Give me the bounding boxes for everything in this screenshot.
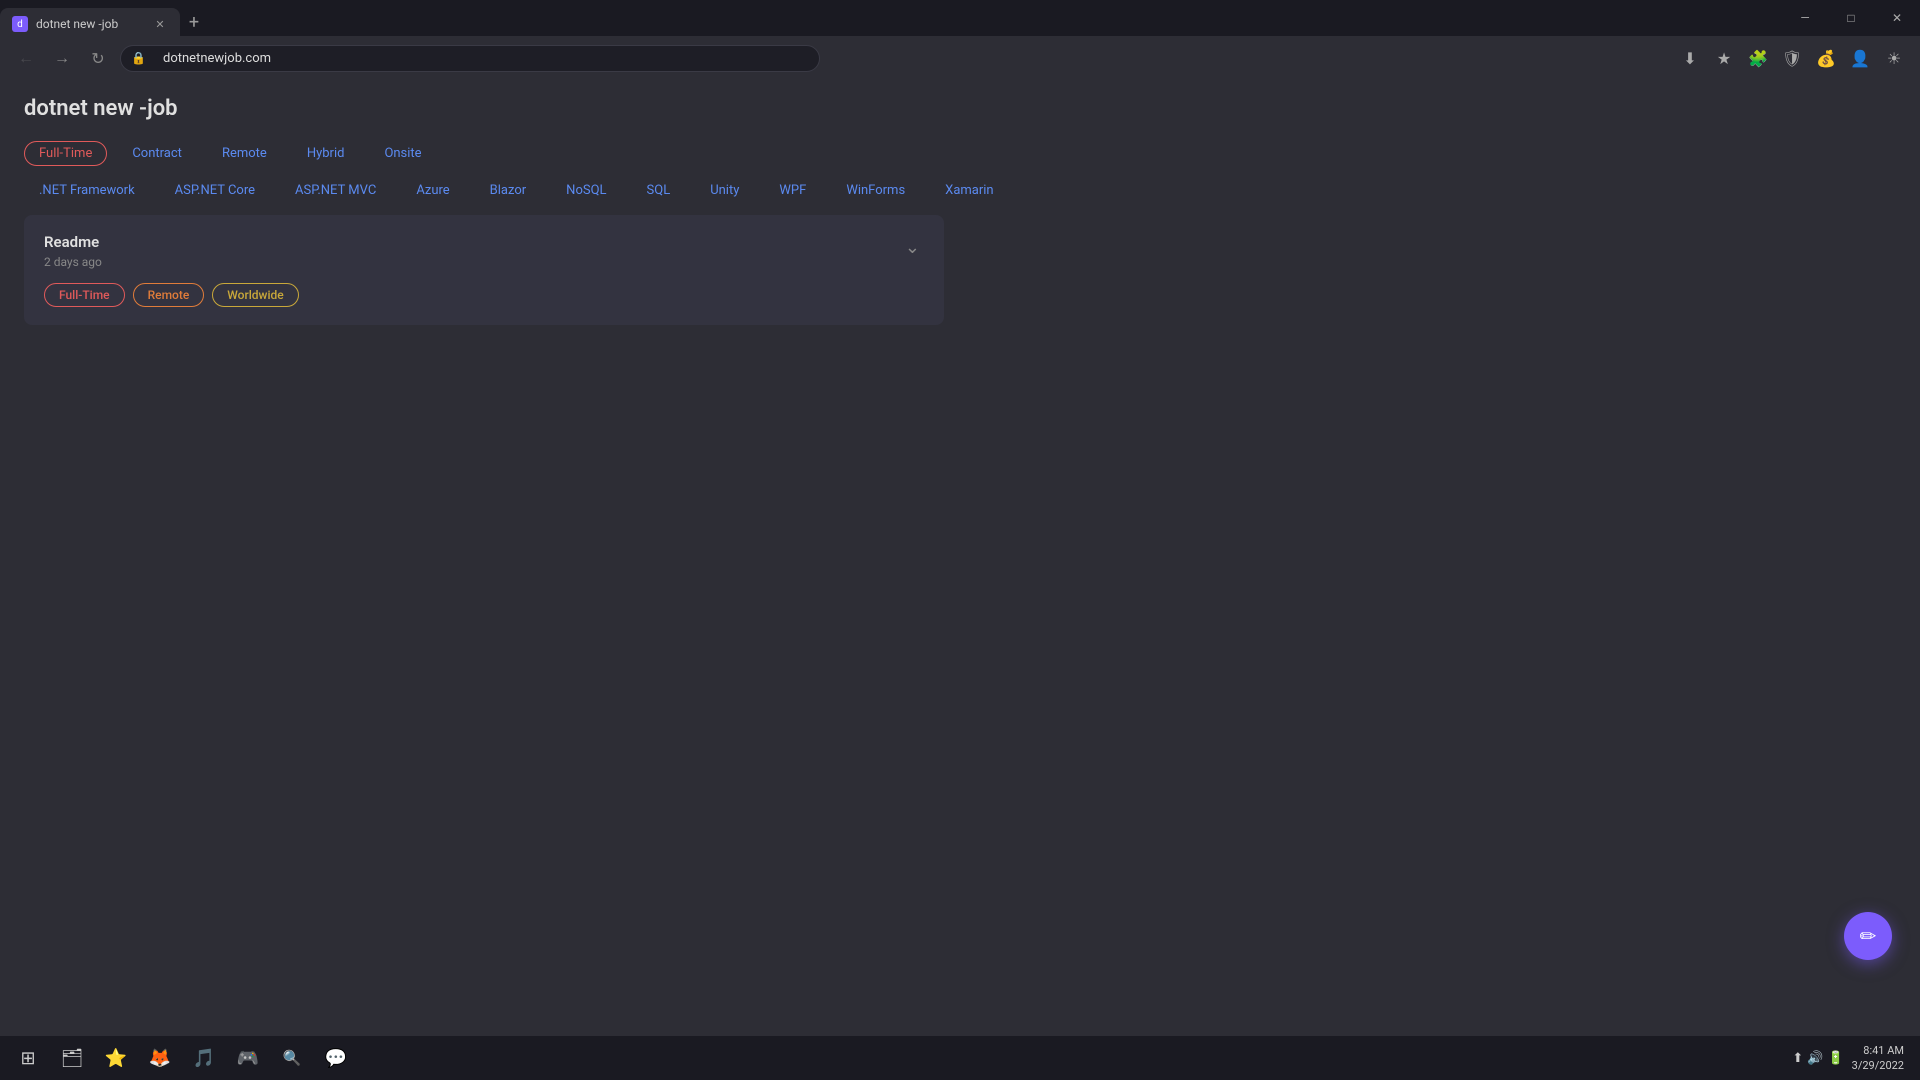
taskbar-sys-icons: ⬆ 🔊 🔋 — [1792, 1051, 1843, 1066]
tab-favicon: d — [12, 16, 28, 32]
filter-remote[interactable]: Remote — [207, 141, 282, 166]
browser-tab-bar: d dotnet new -job ✕ + — □ ✕ — [0, 0, 1920, 36]
theme-icon[interactable]: ☀ — [1880, 44, 1908, 72]
address-input[interactable]: 🔒 dotnetnewjob.com — [120, 45, 820, 72]
page-content: dotnet new -job Full-Time Contract Remot… — [0, 80, 1920, 341]
taskbar-browser[interactable]: 🦊 — [140, 1039, 180, 1077]
close-button[interactable]: ✕ — [1874, 0, 1920, 36]
filter-row-2: .NET Framework ASP.NET Core ASP.NET MVC … — [24, 178, 1896, 203]
filter-wpf[interactable]: WPF — [764, 178, 821, 203]
extensions-icon[interactable]: 🧩 — [1744, 44, 1772, 72]
job-card-content: Readme 2 days ago Full-Time Remote World… — [44, 233, 299, 307]
site-title: dotnet new -job — [24, 96, 1896, 121]
job-card[interactable]: Readme 2 days ago Full-Time Remote World… — [24, 215, 944, 325]
taskbar-files[interactable]: 🗂 — [52, 1039, 92, 1077]
filter-xamarin[interactable]: Xamarin — [930, 178, 1008, 203]
filter-fulltime[interactable]: Full-Time — [24, 141, 107, 166]
clock-date: 3/29/2022 — [1852, 1058, 1904, 1073]
filter-nosql[interactable]: NoSQL — [551, 178, 621, 203]
taskbar-spotify[interactable]: 🎵 — [184, 1039, 224, 1077]
active-tab[interactable]: d dotnet new -job ✕ — [0, 8, 180, 40]
filter-unity[interactable]: Unity — [695, 178, 754, 203]
job-tag-fulltime[interactable]: Full-Time — [44, 283, 125, 307]
new-tab-button[interactable]: + — [180, 8, 208, 36]
taskbar-chat[interactable]: 💬 — [316, 1039, 356, 1077]
battery-icon: 🔋 — [1827, 1051, 1843, 1066]
profile-icon[interactable]: 👤 — [1846, 44, 1874, 72]
taskbar-clock[interactable]: 8:41 AM 3/29/2022 — [1852, 1043, 1904, 1074]
network-icon: ⬆ — [1792, 1051, 1803, 1066]
start-button[interactable]: ⊞ — [8, 1039, 48, 1077]
lock-icon: 🔒 — [131, 51, 146, 65]
job-title: Readme — [44, 233, 299, 251]
chat-icon: ✏ — [1860, 924, 1877, 948]
filter-row-1: Full-Time Contract Remote Hybrid Onsite — [24, 141, 1896, 166]
filter-sql[interactable]: SQL — [632, 178, 686, 203]
filter-aspnet-core[interactable]: ASP.NET Core — [160, 178, 270, 203]
windows-taskbar: ⊞ 🗂 ⭐ 🦊 🎵 🎮 🔍 💬 ⬆ 🔊 🔋 8:41 AM 3/29/2022 — [0, 1036, 1920, 1080]
jobs-container: Readme 2 days ago Full-Time Remote World… — [24, 215, 1896, 325]
address-bar-row: ← → ↻ 🔒 dotnetnewjob.com ⬇ ★ 🧩 🛡 💰 👤 ☀ — [0, 36, 1920, 80]
clock-time: 8:41 AM — [1852, 1043, 1904, 1058]
filter-azure[interactable]: Azure — [401, 178, 464, 203]
filter-onsite[interactable]: Onsite — [369, 141, 436, 166]
url-text: dotnetnewjob.com — [163, 51, 271, 66]
wallet-icon[interactable]: 💰 — [1812, 44, 1840, 72]
filter-contract[interactable]: Contract — [117, 141, 197, 166]
back-button[interactable]: ← — [12, 44, 40, 72]
bookmarks-icon[interactable]: ★ — [1710, 44, 1738, 72]
filter-net-framework[interactable]: .NET Framework — [24, 178, 150, 203]
reload-button[interactable]: ↻ — [84, 44, 112, 72]
downloads-icon[interactable]: ⬇ — [1676, 44, 1704, 72]
job-tags: Full-Time Remote Worldwide — [44, 283, 299, 307]
toolbar-actions: ⬇ ★ 🧩 🛡 💰 👤 ☀ — [1676, 44, 1908, 72]
taskbar-game[interactable]: 🎮 — [228, 1039, 268, 1077]
tab-title: dotnet new -job — [36, 17, 144, 31]
taskbar-right: ⬆ 🔊 🔋 8:41 AM 3/29/2022 — [1792, 1043, 1912, 1074]
maximize-button[interactable]: □ — [1828, 0, 1874, 36]
shields-icon[interactable]: 🛡 — [1778, 44, 1806, 72]
taskbar-browser-fav[interactable]: ⭐ — [96, 1039, 136, 1077]
job-tag-remote[interactable]: Remote — [133, 283, 205, 307]
chat-fab-button[interactable]: ✏ — [1844, 912, 1892, 960]
expand-chevron[interactable]: ⌄ — [901, 233, 924, 262]
tab-close-button[interactable]: ✕ — [152, 16, 168, 32]
taskbar-search[interactable]: 🔍 — [272, 1039, 312, 1077]
filter-winforms[interactable]: WinForms — [831, 178, 920, 203]
job-tag-worldwide[interactable]: Worldwide — [212, 283, 298, 307]
filter-aspnet-mvc[interactable]: ASP.NET MVC — [280, 178, 391, 203]
minimize-button[interactable]: — — [1782, 0, 1828, 36]
forward-button[interactable]: → — [48, 44, 76, 72]
job-time: 2 days ago — [44, 255, 299, 269]
filter-blazor[interactable]: Blazor — [475, 178, 542, 203]
volume-icon: 🔊 — [1807, 1051, 1823, 1066]
filter-hybrid[interactable]: Hybrid — [292, 141, 360, 166]
